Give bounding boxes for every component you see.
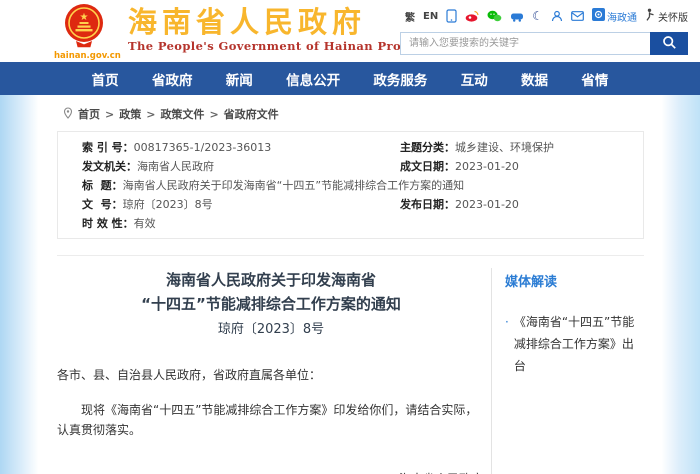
meta-date-pub-label: 发布日期：: [400, 198, 455, 211]
meta-date-written-label: 成文日期：: [400, 160, 455, 173]
content-card: 首页 > 政策 > 政策文件 > 省政府文件 索 引 号：00817365-1/…: [38, 95, 662, 474]
signer: 海南省人民政府: [57, 468, 483, 474]
nav-item-gov-services[interactable]: 政务服务: [373, 69, 427, 89]
accessibility-icon: [645, 8, 656, 24]
site-logo[interactable]: ★ hainan.gov.cn: [54, 3, 114, 61]
meta-issuer-label: 发文机关：: [82, 160, 137, 173]
nav-item-news[interactable]: 新闻: [226, 69, 253, 89]
meta-row: 时 效 性：有效: [58, 217, 643, 236]
meta-doc-no-label: 文 号：: [82, 198, 123, 211]
care-mode-label: 关怀版: [658, 9, 688, 24]
breadcrumb-item-policy[interactable]: 政策: [119, 106, 141, 122]
signature-block: 海南省人民政府 2023年1月20日: [57, 468, 485, 474]
breadcrumb: 首页 > 政策 > 政策文件 > 省政府文件: [57, 103, 644, 131]
meta-date-written-value: 2023-01-20: [455, 160, 519, 173]
haizhengtong-link[interactable]: 海政通: [592, 8, 637, 24]
sidebar: 媒体解读 · 《海南省“十四五”节能减排综合工作方案》出台: [491, 268, 644, 474]
user-login-icon[interactable]: [551, 10, 563, 22]
search-button[interactable]: [650, 32, 688, 55]
meta-topic-label: 主题分类：: [400, 141, 455, 154]
main-nav: 首页 省政府 新闻 信息公开 政务服务 互动 数据 省情: [0, 62, 700, 95]
meta-validity-label: 时 效 性：: [82, 217, 134, 230]
nav-item-data[interactable]: 数据: [521, 69, 548, 89]
document-number: 琼府〔2023〕8号: [57, 319, 485, 341]
meta-validity-value: 有效: [134, 217, 156, 230]
meta-row: 文 号：琼府〔2023〕8号 发布日期：2023-01-20: [58, 198, 643, 217]
svg-text:★: ★: [80, 12, 89, 23]
sidebar-media-link[interactable]: · 《海南省“十四五”节能减排综合工作方案》出台: [505, 311, 644, 377]
sidebar-media-link-text: 《海南省“十四五”节能减排综合工作方案》出台: [514, 311, 644, 377]
meta-row: 发文机关：海南省人民政府 成文日期：2023-01-20: [58, 160, 643, 179]
meta-topic-value: 城乡建设、环境保护: [455, 141, 554, 154]
breadcrumb-separator: >: [105, 108, 114, 121]
utility-row: 繁 EN ☾: [388, 7, 688, 25]
meta-title-label: 标 题：: [82, 179, 123, 192]
document-body: 海南省人民政府关于印发海南省 “十四五”节能减排综合工作方案的通知 琼府〔202…: [57, 256, 491, 474]
meta-index-label: 索 引 号：: [82, 141, 134, 154]
meta-date-pub-value: 2023-01-20: [455, 198, 519, 211]
english-toggle[interactable]: EN: [423, 11, 438, 22]
search-bar: [388, 32, 688, 55]
meta-index-value: 00817365-1/2023-36013: [134, 141, 272, 154]
care-mode-link[interactable]: 关怀版: [645, 8, 688, 24]
list-bullet: ·: [505, 311, 509, 377]
meta-issuer-value: 海南省人民政府: [137, 160, 214, 173]
document-title-line2: “十四五”节能减排综合工作方案的通知: [57, 292, 485, 316]
nav-item-province-profile[interactable]: 省情: [581, 69, 608, 89]
nav-item-info-disclosure[interactable]: 信息公开: [286, 69, 340, 89]
breadcrumb-separator: >: [146, 108, 155, 121]
document-title-line1: 海南省人民政府关于印发海南省: [57, 268, 485, 292]
breadcrumb-item-policy-files[interactable]: 政策文件: [160, 106, 204, 122]
wechat-icon[interactable]: [487, 10, 502, 22]
nav-item-provincial-gov[interactable]: 省政府: [152, 69, 193, 89]
page: ★ hainan.gov.cn 海南省人民政府 The People's Gov…: [0, 0, 700, 474]
meta-doc-no-value: 琼府〔2023〕8号: [123, 198, 213, 211]
meta-row: 索 引 号：00817365-1/2023-36013 主题分类：城乡建设、环境…: [58, 141, 643, 160]
search-input[interactable]: [400, 32, 650, 55]
content-columns: 海南省人民政府关于印发海南省 “十四五”节能减排综合工作方案的通知 琼府〔202…: [57, 256, 644, 474]
document-paragraph: 现将《海南省“十四五”节能减排综合工作方案》印发给你们，请结合实际，认真贯彻落实…: [57, 400, 485, 441]
meta-title-value: 海南省人民政府关于印发海南省“十四五”节能减排综合工作方案的通知: [123, 179, 464, 192]
breadcrumb-item-home[interactable]: 首页: [78, 106, 100, 122]
meta-row: 标 题：海南省人民政府关于印发海南省“十四五”节能减排综合工作方案的通知: [58, 179, 643, 198]
breadcrumb-item-provincial-gov-files[interactable]: 省政府文件: [224, 106, 279, 122]
main-area: 首页 > 政策 > 政策文件 > 省政府文件 索 引 号：00817365-1/…: [0, 95, 700, 474]
nav-item-home[interactable]: 首页: [92, 69, 119, 89]
sidebar-media-interpretation-title: 媒体解读: [505, 271, 644, 290]
breadcrumb-separator: >: [209, 108, 218, 121]
logo-caption: hainan.gov.cn: [54, 51, 114, 61]
nav-item-interaction[interactable]: 互动: [461, 69, 488, 89]
night-mode-icon[interactable]: ☾: [532, 11, 543, 21]
weibo-icon[interactable]: [465, 10, 479, 22]
haizhengtong-label: 海政通: [607, 9, 637, 24]
haizhengtong-icon: [592, 8, 605, 24]
mail-icon[interactable]: [571, 11, 584, 21]
header-utilities: 繁 EN ☾: [388, 7, 688, 55]
doc-metadata-table: 索 引 号：00817365-1/2023-36013 主题分类：城乡建设、环境…: [57, 131, 644, 239]
site-header: ★ hainan.gov.cn 海南省人民政府 The People's Gov…: [0, 0, 700, 62]
location-pin-icon: [63, 107, 73, 122]
document-title: 海南省人民政府关于印发海南省 “十四五”节能减排综合工作方案的通知 琼府〔202…: [57, 268, 485, 341]
search-icon: [662, 35, 677, 53]
smart-assistant-icon[interactable]: [510, 10, 524, 22]
mobile-icon[interactable]: [446, 9, 457, 23]
traditional-chinese-toggle[interactable]: 繁: [405, 9, 415, 24]
document-salutation: 各市、县、自治县人民政府，省政府直属各单位：: [57, 366, 485, 383]
